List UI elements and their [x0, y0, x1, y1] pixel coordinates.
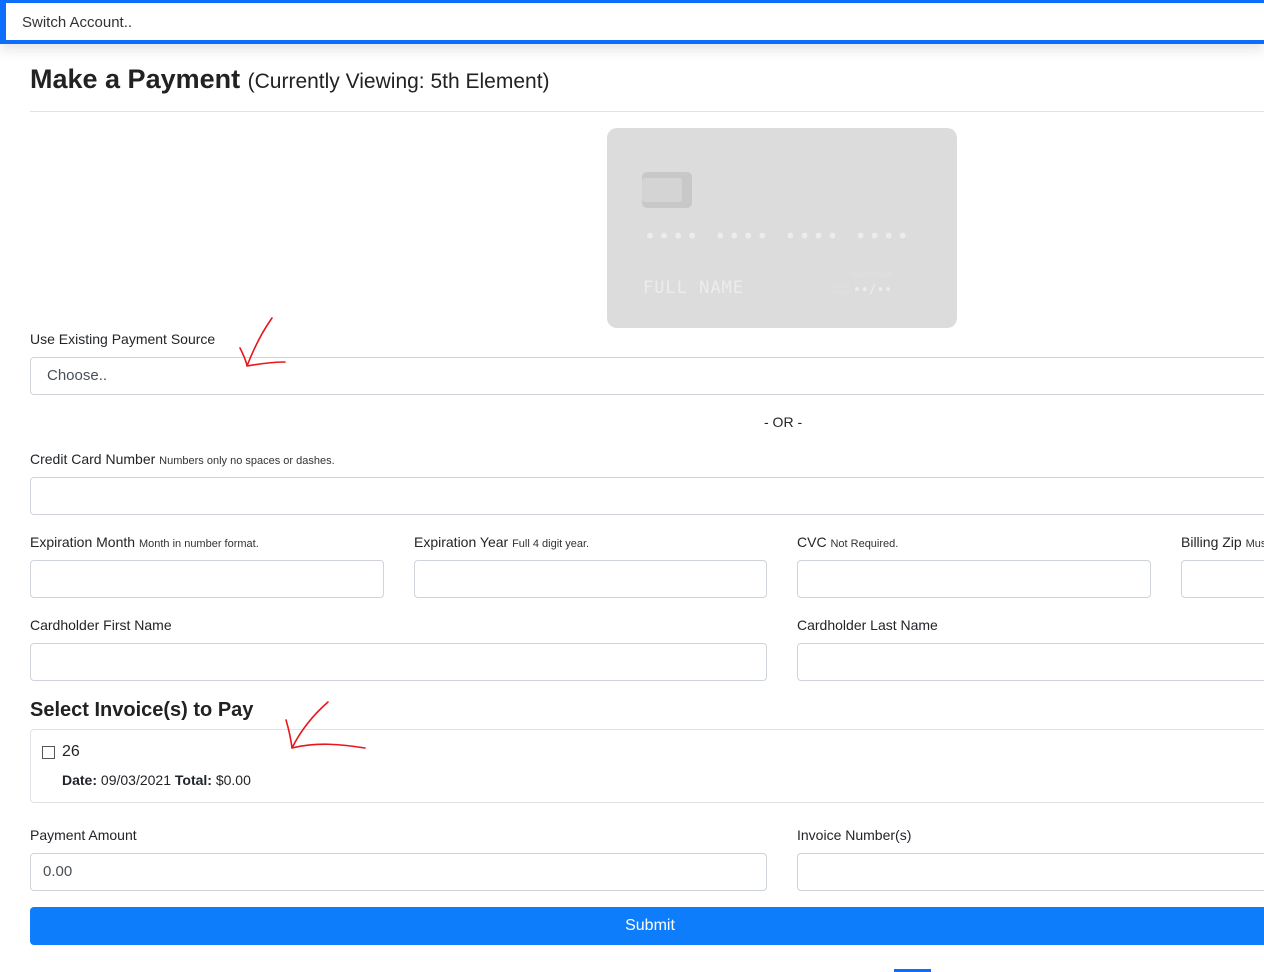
annotation-arrow-1	[239, 317, 286, 367]
annotation-overlay	[239, 317, 366, 749]
annotation-arrow-2	[285, 701, 366, 749]
